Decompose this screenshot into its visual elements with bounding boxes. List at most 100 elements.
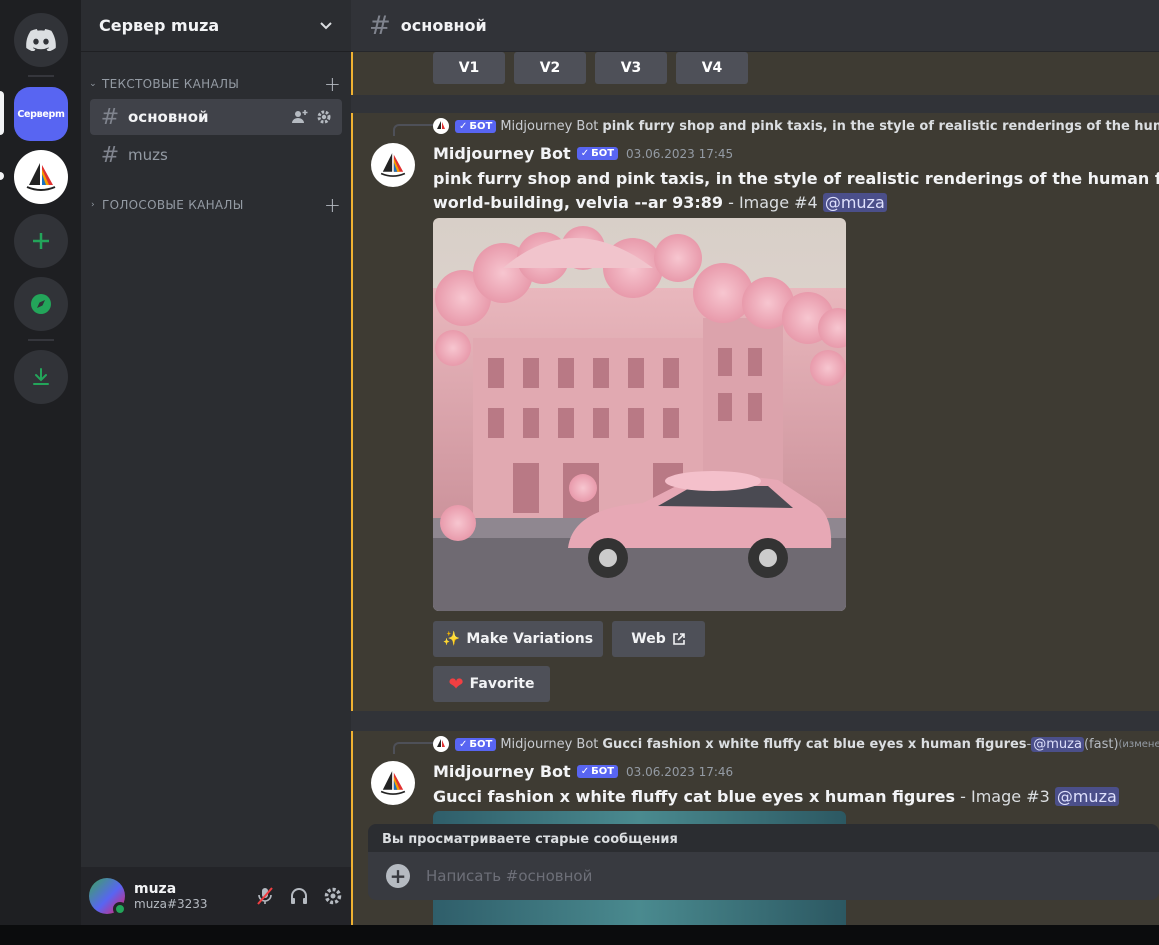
user-mention[interactable]: @muza xyxy=(822,193,887,212)
server-rail: Серверm xyxy=(0,0,81,925)
bot-badge: ✓ БОТ xyxy=(576,147,619,160)
discord-app: Серверm Сервер muza ⌄ ТЕКСТОВЫЕ КАНАЛЫ +… xyxy=(0,0,1159,925)
v3-button[interactable]: V3 xyxy=(595,52,667,84)
bot-avatar[interactable] xyxy=(371,761,415,805)
reply-reference[interactable]: ✓ БОТ Midjourney Bot pink furry shop and… xyxy=(433,116,1159,136)
discord-logo-icon xyxy=(26,29,56,51)
web-button[interactable]: Web xyxy=(612,621,705,657)
mini-avatar-icon xyxy=(433,118,449,134)
category-label: ГОЛОСОВЫЕ КАНАЛЫ xyxy=(102,198,244,212)
gear-icon[interactable] xyxy=(316,109,332,125)
favorite-button[interactable]: ❤ Favorite xyxy=(433,666,550,702)
category-text-channels[interactable]: ⌄ ТЕКСТОВЫЕ КАНАЛЫ + xyxy=(87,72,341,96)
old-messages-text: Вы просматриваете старые сообщения xyxy=(382,831,678,847)
bot-badge: ✓ БОТ xyxy=(576,765,619,778)
prompt-text: Gucci fashion x white fluffy cat blue ey… xyxy=(433,787,956,806)
message-header: Midjourney Bot ✓ БОТ 03.06.2023 17:46 xyxy=(433,762,733,781)
sailboat-icon xyxy=(26,163,56,191)
message-header: Midjourney Bot ✓ БОТ 03.06.2023 17:45 xyxy=(433,144,733,163)
unread-indicator xyxy=(0,172,4,180)
explore-button[interactable] xyxy=(14,277,68,331)
sailboat-icon xyxy=(380,771,406,795)
settings-gear-icon[interactable] xyxy=(323,886,343,906)
download-apps-button[interactable] xyxy=(14,350,68,404)
reply-fast: (fast) xyxy=(1083,736,1119,752)
reply-text: Gucci fashion x white fluffy cat blue ey… xyxy=(602,736,1027,752)
taskbar-strip xyxy=(0,925,1159,945)
v1-button[interactable]: V1 xyxy=(433,52,505,84)
server-current-label: Серверm xyxy=(17,108,65,120)
author-name[interactable]: Midjourney Bot xyxy=(433,144,571,163)
hash-icon: # xyxy=(369,10,391,41)
v2-button[interactable]: V2 xyxy=(514,52,586,84)
channel-name: muzs xyxy=(128,146,168,164)
sailboat-icon xyxy=(380,153,406,177)
channel-muzs[interactable]: # muzs xyxy=(90,137,342,173)
magic-wand-icon: ✨ xyxy=(442,631,461,647)
prompt-line-2: world-building, velvia --ar 93:89 xyxy=(433,193,723,212)
rail-separator xyxy=(28,75,54,77)
attach-plus-icon[interactable]: + xyxy=(386,864,410,888)
reply-text: pink furry shop and pink taxis, in the s… xyxy=(602,118,1159,134)
external-link-icon xyxy=(672,633,685,645)
reply-reference[interactable]: ✓ БОТ Midjourney Bot Gucci fashion x whi… xyxy=(433,734,1159,754)
timestamp: 03.06.2023 17:45 xyxy=(626,146,734,161)
locked-hash-icon: # xyxy=(100,142,120,168)
reply-mention[interactable]: @muza xyxy=(1031,736,1084,752)
server-header[interactable]: Сервер muza xyxy=(81,0,351,52)
user-panel: muza muza#3233 xyxy=(81,867,351,925)
user-mention[interactable]: @muza xyxy=(1054,787,1119,806)
timestamp: 03.06.2023 17:46 xyxy=(626,764,734,779)
category-voice-channels[interactable]: › ГОЛОСОВЫЕ КАНАЛЫ + xyxy=(87,193,341,217)
make-variations-button[interactable]: ✨ Make Variations xyxy=(433,621,603,657)
message-input[interactable]: Написать #основной xyxy=(426,867,592,885)
v4-button[interactable]: V4 xyxy=(676,52,748,84)
image-label: - Image #4 xyxy=(723,193,823,212)
download-icon xyxy=(33,368,49,385)
avatar[interactable] xyxy=(89,878,127,916)
add-channel-icon[interactable]: + xyxy=(324,193,341,217)
user-tag: muza#3233 xyxy=(134,897,208,911)
author-name[interactable]: Midjourney Bot xyxy=(433,762,571,781)
generated-image[interactable] xyxy=(433,218,846,611)
message-composer: + Написать #основной xyxy=(368,852,1159,900)
rail-separator xyxy=(28,339,54,341)
channel-sidebar: Сервер muza ⌄ ТЕКСТОВЫЕ КАНАЛЫ + # основ… xyxy=(81,0,351,925)
add-channel-icon[interactable]: + xyxy=(324,72,341,96)
mic-muted-icon[interactable] xyxy=(255,886,275,906)
make-variations-label: Make Variations xyxy=(466,631,594,647)
reply-connector xyxy=(393,742,433,754)
bot-avatar[interactable] xyxy=(371,143,415,187)
reply-connector xyxy=(393,124,433,136)
server-midjourney[interactable] xyxy=(14,150,68,204)
selected-indicator xyxy=(0,91,4,135)
invite-user-icon[interactable] xyxy=(292,109,308,125)
channel-name: основной xyxy=(128,108,209,126)
channel-title: основной xyxy=(400,16,487,35)
message-content: pink furry shop and pink taxis, in the s… xyxy=(433,167,1159,215)
chevron-down-icon xyxy=(320,21,332,29)
favorite-label: Favorite xyxy=(469,676,535,692)
user-name: muza xyxy=(134,881,177,897)
prompt-line-1: pink furry shop and pink taxis, in the s… xyxy=(433,169,1159,188)
web-label: Web xyxy=(631,631,666,647)
server-current[interactable]: Серверm xyxy=(14,87,68,141)
reply-author: Midjourney Bot xyxy=(500,736,599,752)
pink-building-image xyxy=(433,218,846,611)
compass-icon xyxy=(31,294,51,314)
mini-avatar-icon xyxy=(433,736,449,752)
old-messages-banner[interactable]: Вы просматриваете старые сообщения xyxy=(368,824,1159,854)
hash-icon: # xyxy=(100,104,120,130)
add-server-button[interactable] xyxy=(14,214,68,268)
message-midjourney-image4: ✓ БОТ Midjourney Bot pink furry shop and… xyxy=(351,113,1159,711)
online-status-icon xyxy=(113,902,127,916)
reply-author: Midjourney Bot xyxy=(500,118,599,134)
bot-badge: ✓ БОТ xyxy=(455,119,497,133)
home-button[interactable] xyxy=(14,13,68,67)
channel-osnovnoy[interactable]: # основной xyxy=(90,99,342,135)
reply-edited: (изменено) xyxy=(1118,738,1159,750)
headphones-icon[interactable] xyxy=(289,886,309,906)
chat-area: # основной V1 V2 V3 V4 ✓ БОТ Midjourney … xyxy=(351,0,1159,925)
category-label: ТЕКСТОВЫЕ КАНАЛЫ xyxy=(102,77,240,91)
channel-header: # основной xyxy=(351,0,1159,52)
